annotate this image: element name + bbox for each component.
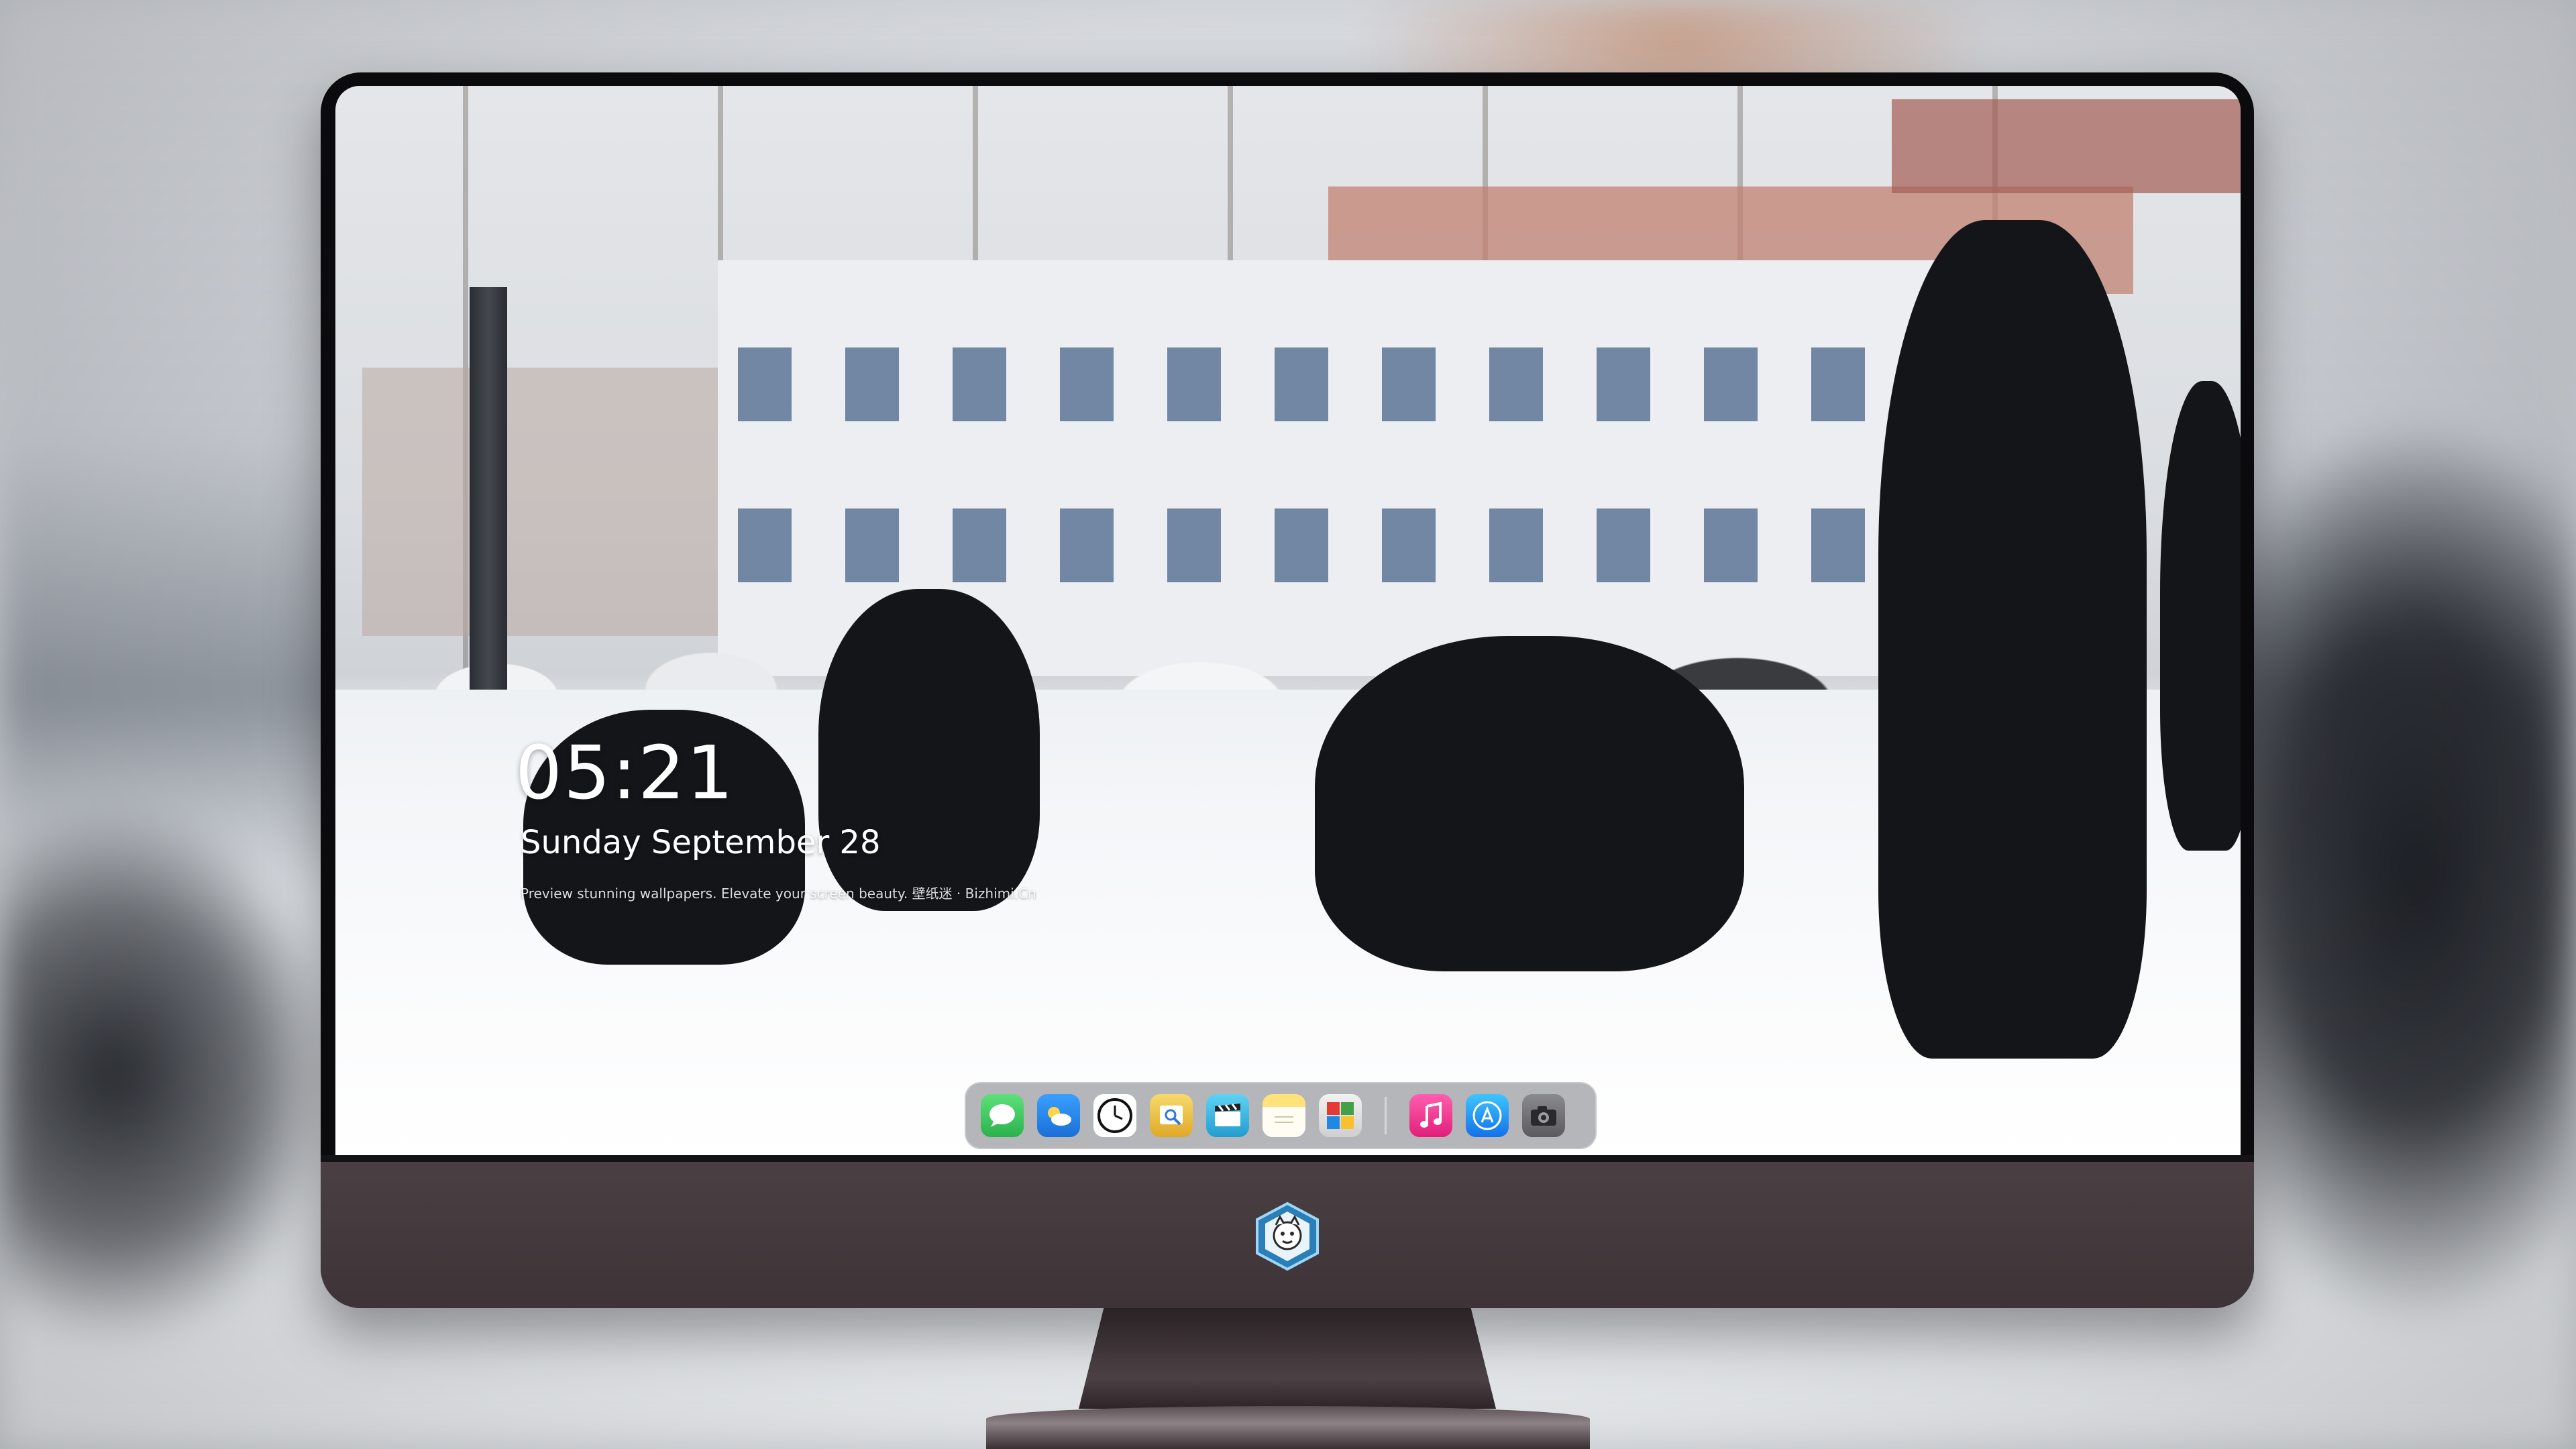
preview-icon[interactable] — [1150, 1094, 1193, 1137]
lockscreen-time: 05:21 — [515, 730, 735, 816]
photo-booth-icon[interactable] — [1319, 1094, 1362, 1137]
wallpaper-lamp-post — [470, 287, 507, 743]
monitor-screen[interactable]: 05:21 Sunday September 28 Preview stunni… — [335, 86, 2241, 1155]
app-store-icon[interactable] — [1466, 1094, 1509, 1137]
notes-icon[interactable] — [1263, 1094, 1305, 1137]
wallpaper-person — [2160, 381, 2241, 851]
wallpaper-banner — [1892, 99, 2241, 193]
wallpaper-tagline: Preview stunning wallpapers. Elevate you… — [521, 885, 1036, 902]
clock-icon[interactable] — [1093, 1094, 1136, 1137]
music-icon[interactable] — [1409, 1094, 1452, 1137]
clips-icon[interactable] — [1206, 1094, 1249, 1137]
camera-icon[interactable] — [1522, 1094, 1565, 1137]
dock-separator — [1385, 1097, 1387, 1134]
wallpaper-person — [1878, 220, 2147, 1059]
wallpaper-person — [818, 589, 1040, 911]
monitor-stand-neck — [1079, 1308, 1496, 1409]
wallpaper-windows-upper — [738, 347, 2012, 421]
weather-icon[interactable] — [1037, 1094, 1080, 1137]
dock — [965, 1082, 1597, 1149]
lockscreen-date: Sunday September 28 — [521, 824, 881, 861]
monitor-logo-icon — [1253, 1201, 1322, 1271]
wallpaper-person — [1315, 636, 1744, 971]
messages-icon[interactable] — [981, 1094, 1024, 1137]
monitor-stand-base — [986, 1406, 1590, 1449]
